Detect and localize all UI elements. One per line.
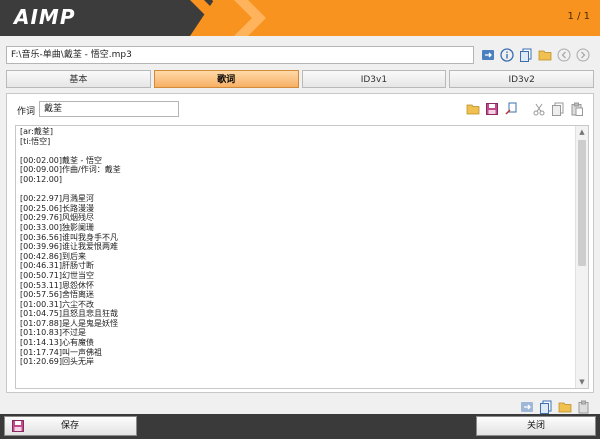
file-path-row: F:\音乐-单曲\戴荃 - 悟空.mp3 xyxy=(6,46,594,66)
tag-editor-tabs: 基本 歌词 ID3v1 ID3v2 xyxy=(6,70,594,90)
close-button[interactable]: 关闭 xyxy=(476,416,596,436)
lower-toolbar xyxy=(519,399,592,415)
paste-icon[interactable] xyxy=(569,101,585,117)
lyrics-text-area[interactable]: [ar:戴荃] [ti:悟空] [00:02.00]戴荃 - 悟空 [00:09… xyxy=(15,125,589,389)
lyrics-scrollbar[interactable]: ▲ ▼ xyxy=(575,126,588,388)
lyricist-field[interactable]: 戴荃 xyxy=(39,101,179,117)
scroll-down-arrow-icon[interactable]: ▼ xyxy=(576,376,588,388)
save-button-label: 保存 xyxy=(61,421,80,431)
file-path-field[interactable]: F:\音乐-单曲\戴荃 - 悟空.mp3 xyxy=(6,46,474,64)
convert-icon[interactable] xyxy=(519,399,535,415)
save-icon[interactable] xyxy=(484,101,500,117)
path-toolbar xyxy=(480,47,591,65)
open-folder-icon[interactable] xyxy=(465,101,481,117)
copy-icon[interactable] xyxy=(518,47,534,63)
tab-basic[interactable]: 基本 xyxy=(6,70,151,88)
tab-lyrics[interactable]: 歌词 xyxy=(153,70,299,88)
back-arrow-icon[interactable] xyxy=(556,47,572,63)
forward-arrow-icon[interactable] xyxy=(575,47,591,63)
chevron-decoration-icon xyxy=(190,0,266,36)
scroll-up-arrow-icon[interactable]: ▲ xyxy=(576,126,588,138)
lyrics-toolbar xyxy=(465,101,585,117)
folder-icon[interactable] xyxy=(537,47,553,63)
lyricist-label: 作词 xyxy=(17,107,36,117)
cut-icon[interactable] xyxy=(531,101,547,117)
scroll-thumb[interactable] xyxy=(578,140,586,266)
copy-icon[interactable] xyxy=(538,399,554,415)
info-icon[interactable] xyxy=(499,47,515,63)
save-icon xyxy=(12,420,24,432)
lyrics-content: [ar:戴荃] [ti:悟空] [00:02.00]戴荃 - 悟空 [00:09… xyxy=(20,127,121,367)
folder-icon[interactable] xyxy=(557,399,573,415)
convert-icon[interactable] xyxy=(480,47,496,63)
title-bar: AIMP 1 / 1 xyxy=(0,0,600,36)
app-logo: AIMP xyxy=(14,5,76,29)
paste-icon[interactable] xyxy=(576,399,592,415)
tab-id3v1[interactable]: ID3v1 xyxy=(301,70,447,88)
page-counter: 1 / 1 xyxy=(567,11,590,22)
tab-id3v2[interactable]: ID3v2 xyxy=(449,70,594,88)
bottom-bar: 保存 关闭 xyxy=(0,414,600,439)
lyrics-panel: 作词 戴荃 [ar:戴荃] [ti:悟空] [00:02.00]戴荃 - 悟空 … xyxy=(6,93,594,393)
search-lyrics-icon[interactable] xyxy=(503,101,519,117)
copy-icon[interactable] xyxy=(550,101,566,117)
toolbar-separator xyxy=(522,101,528,117)
save-button[interactable]: 保存 xyxy=(4,416,137,436)
